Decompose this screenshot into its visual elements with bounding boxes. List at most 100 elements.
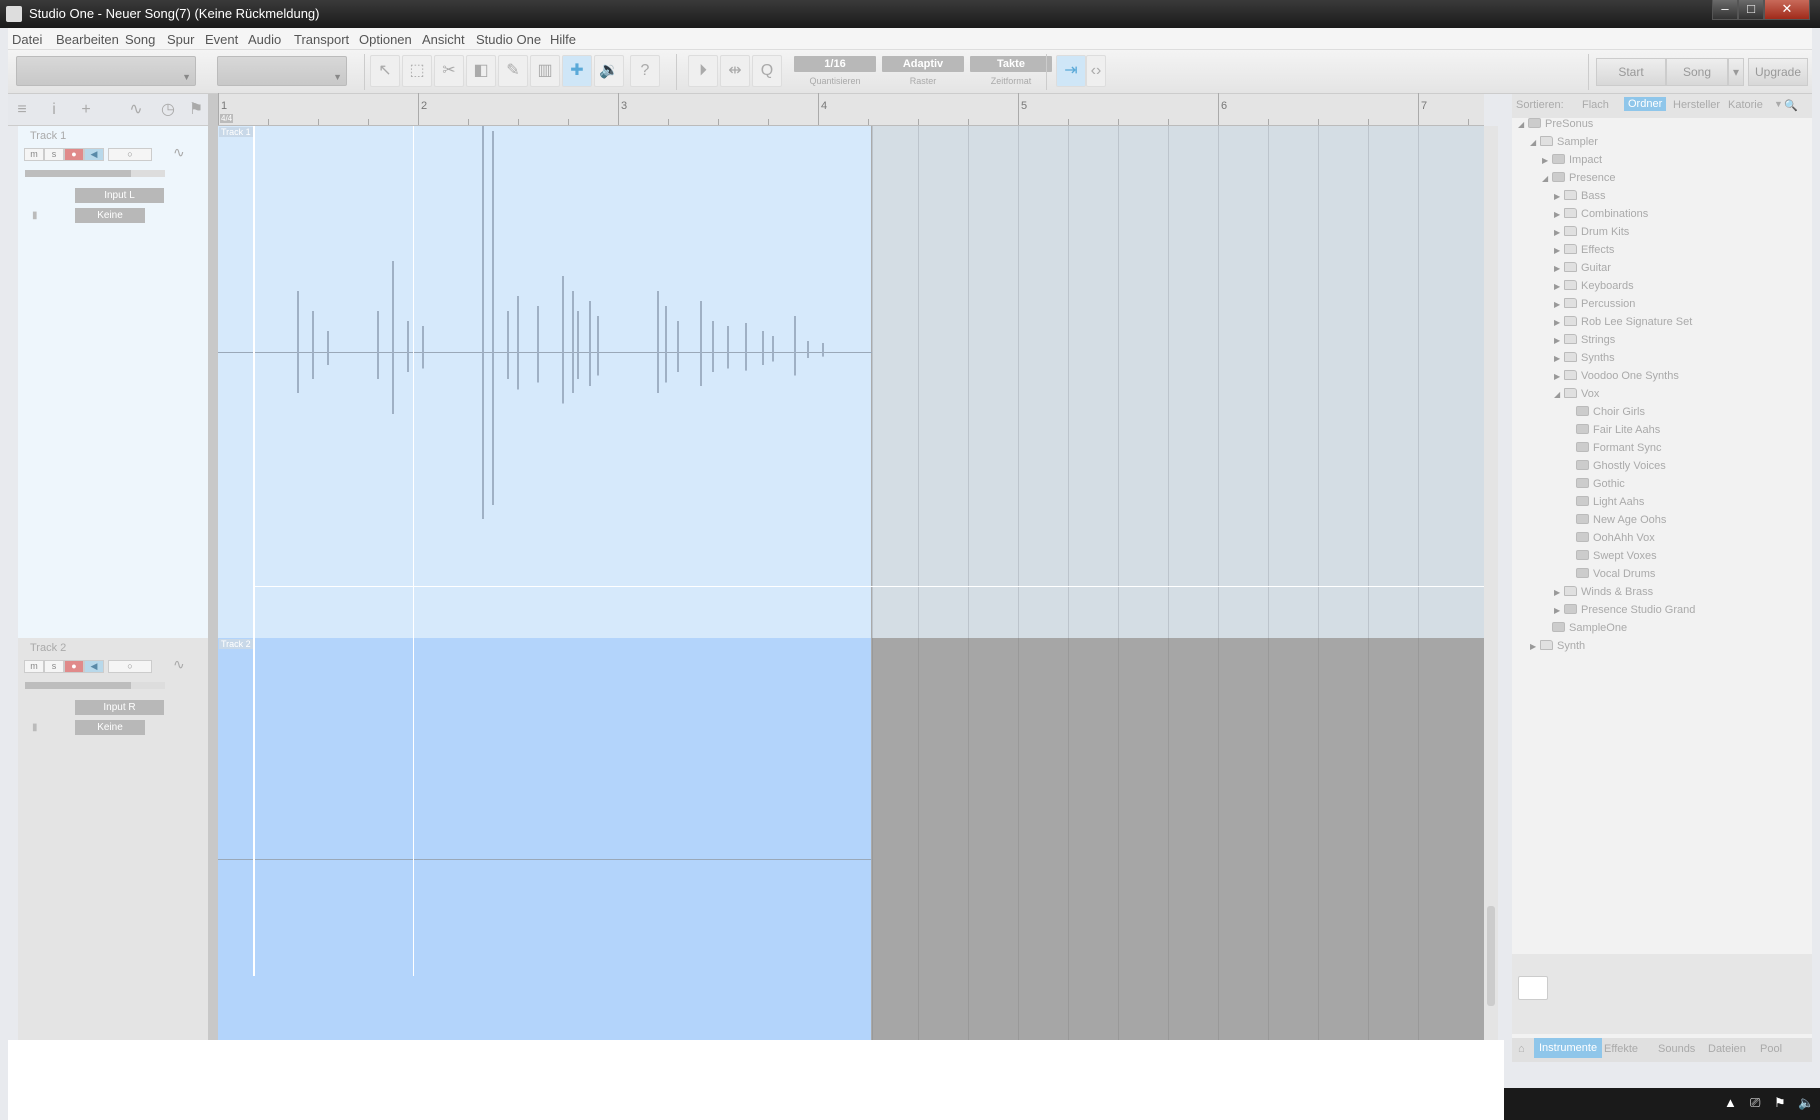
track-header-splitter[interactable] xyxy=(208,94,218,1040)
start-button[interactable]: Start xyxy=(1596,58,1666,86)
track-lane-2[interactable]: Track 2 xyxy=(218,638,1484,1040)
tree-item[interactable]: Light Aahs xyxy=(1566,496,1644,512)
browser-tab-instrumente[interactable]: Instrumente xyxy=(1534,1038,1603,1058)
scroll-thumb[interactable] xyxy=(1487,906,1495,1006)
split-tool-icon[interactable]: ✂ xyxy=(434,55,464,87)
help-button[interactable]: ? xyxy=(630,55,660,87)
mute-button[interactable]: m xyxy=(24,148,44,161)
menu-datei[interactable]: Datei xyxy=(12,32,42,47)
autoscroll-icon[interactable]: ⇥ xyxy=(1056,55,1086,87)
tree-item[interactable]: Formant Sync xyxy=(1566,442,1661,458)
collapsed-arrow-icon[interactable]: ▶ xyxy=(1554,246,1564,255)
tree-item[interactable]: ◢ Vox xyxy=(1554,388,1599,404)
collapsed-arrow-icon[interactable]: ▶ xyxy=(1530,642,1540,651)
audio-bend-icon[interactable]: ⏵ xyxy=(688,55,718,87)
tree-item[interactable]: ▶ Combinations xyxy=(1554,208,1648,224)
output-select-button[interactable]: Keine xyxy=(75,720,145,735)
pencil-tool-icon[interactable]: ✎ xyxy=(498,55,528,87)
mute-tool-icon[interactable]: ▥ xyxy=(530,55,560,87)
arrange-vertical-scrollbar[interactable] xyxy=(1484,126,1498,1040)
browser-tab-dateien[interactable]: Dateien xyxy=(1708,1043,1746,1055)
collapsed-arrow-icon[interactable]: ▶ xyxy=(1554,318,1564,327)
collapsed-arrow-icon[interactable]: ▶ xyxy=(1554,354,1564,363)
solo-button[interactable]: s xyxy=(44,660,64,673)
rec-button[interactable]: ● xyxy=(64,660,84,673)
tree-item[interactable]: ▶ Impact xyxy=(1542,154,1602,170)
tree-item[interactable]: ▶ Guitar xyxy=(1554,262,1611,278)
minimize-button[interactable]: – xyxy=(1712,0,1738,20)
tree-item[interactable]: ▶ Winds & Brass xyxy=(1554,586,1653,602)
automation-mode-button[interactable]: ○ xyxy=(108,148,152,161)
expanded-arrow-icon[interactable]: ◢ xyxy=(1554,390,1564,399)
tree-item[interactable]: ◢ Presence xyxy=(1542,172,1615,188)
menu-spur[interactable]: Spur xyxy=(167,32,194,47)
quantize-value[interactable]: 1/16 xyxy=(794,56,876,72)
tree-item[interactable]: Choir Girls xyxy=(1566,406,1645,422)
collapsed-arrow-icon[interactable]: ▶ xyxy=(1554,210,1564,219)
tree-item[interactable]: ◢ PreSonus xyxy=(1518,118,1593,134)
sort-option-flach[interactable]: Flach xyxy=(1582,99,1609,111)
browser-tab-sounds[interactable]: Sounds xyxy=(1658,1043,1695,1055)
tree-item[interactable]: ▶ Bass xyxy=(1554,190,1605,206)
follow-icon[interactable]: ‹› xyxy=(1086,55,1106,87)
collapsed-arrow-icon[interactable]: ▶ xyxy=(1554,228,1564,237)
menu-bearbeiten[interactable]: Bearbeiten xyxy=(56,32,119,47)
bend-tool-icon[interactable]: ✚ xyxy=(562,55,592,87)
tree-item[interactable]: ▶ Synths xyxy=(1554,352,1615,368)
menu-hilfe[interactable]: Hilfe xyxy=(550,32,576,47)
event-dropdown[interactable]: ▼ xyxy=(217,56,347,86)
collapsed-arrow-icon[interactable]: ▶ xyxy=(1554,300,1564,309)
arrange-view[interactable]: Track 1 Track 2 xyxy=(218,126,1484,1040)
tree-item[interactable]: Gothic xyxy=(1566,478,1625,494)
collapsed-arrow-icon[interactable]: ▶ xyxy=(1554,606,1564,615)
inspector-icon[interactable]: i xyxy=(44,100,64,120)
tree-item[interactable]: Vocal Drums xyxy=(1566,568,1655,584)
sort-option-ordner[interactable]: Ordner xyxy=(1624,97,1667,111)
audio-event-track-2[interactable]: Track 2 xyxy=(218,638,872,1040)
song-menu-chevron-icon[interactable]: ▾ xyxy=(1728,58,1744,86)
eraser-tool-icon[interactable]: ◧ xyxy=(466,55,496,87)
menu-audio[interactable]: Audio xyxy=(248,32,281,47)
tree-item[interactable]: SampleOne xyxy=(1542,622,1627,638)
marker-icon[interactable]: ⚑ xyxy=(186,100,206,120)
volume-fader[interactable] xyxy=(25,170,165,177)
range-tool-icon[interactable]: ⬚ xyxy=(402,55,432,87)
upgrade-button[interactable]: Upgrade xyxy=(1748,58,1808,86)
timeline-ruler[interactable]: 4/4 1 2 3 4 5 6 7 xyxy=(218,93,1569,126)
listen-tool-icon[interactable]: 🔉 xyxy=(594,55,624,87)
monitor-button[interactable]: ◀ xyxy=(84,660,104,673)
collapsed-arrow-icon[interactable]: ▶ xyxy=(1554,588,1564,597)
collapsed-arrow-icon[interactable]: ▶ xyxy=(1554,264,1564,273)
tray-arrow-icon[interactable]: ▲ xyxy=(1724,1095,1737,1110)
browser-tab-pool[interactable]: Pool xyxy=(1760,1043,1782,1055)
tree-item[interactable]: ▶ Rob Lee Signature Set xyxy=(1554,316,1692,332)
timeformat-value[interactable]: Takte xyxy=(970,56,1052,72)
menu-transport[interactable]: Transport xyxy=(294,32,349,47)
collapsed-arrow-icon[interactable]: ▶ xyxy=(1554,372,1564,381)
tree-item[interactable]: ▶ Presence Studio Grand xyxy=(1554,604,1695,620)
tree-item[interactable]: OohAhh Vox xyxy=(1566,532,1655,548)
monitor-button[interactable]: ◀ xyxy=(84,148,104,161)
tempo-icon[interactable]: ◷ xyxy=(158,100,178,120)
add-track-icon[interactable]: + xyxy=(76,100,96,120)
collapsed-arrow-icon[interactable]: ▶ xyxy=(1542,156,1552,165)
menu-ansicht[interactable]: Ansicht xyxy=(422,32,465,47)
tree-item[interactable]: ◢ Sampler xyxy=(1530,136,1598,152)
quantize-icon[interactable]: Q xyxy=(752,55,782,87)
sort-option-katorie[interactable]: Katorie xyxy=(1728,99,1763,111)
tree-item[interactable]: Swept Voxes xyxy=(1566,550,1657,566)
tree-item[interactable]: ▶ Percussion xyxy=(1554,298,1635,314)
tree-item[interactable]: ▶ Synth xyxy=(1530,640,1585,656)
expanded-arrow-icon[interactable]: ◢ xyxy=(1518,120,1528,129)
tree-item[interactable]: ▶ Keyboards xyxy=(1554,280,1634,296)
waveform-icon[interactable]: ∿ xyxy=(173,656,185,673)
song-button[interactable]: Song xyxy=(1666,58,1728,86)
snap-value[interactable]: Adaptiv xyxy=(882,56,964,72)
expanded-arrow-icon[interactable]: ◢ xyxy=(1542,174,1552,183)
solo-button[interactable]: s xyxy=(44,148,64,161)
rec-button[interactable]: ● xyxy=(64,148,84,161)
collapsed-arrow-icon[interactable]: ▶ xyxy=(1554,336,1564,345)
strip-silence-icon[interactable]: ⇹ xyxy=(720,55,750,87)
tree-item[interactable]: ▶ Effects xyxy=(1554,244,1614,260)
tree-item[interactable]: ▶ Voodoo One Synths xyxy=(1554,370,1679,386)
